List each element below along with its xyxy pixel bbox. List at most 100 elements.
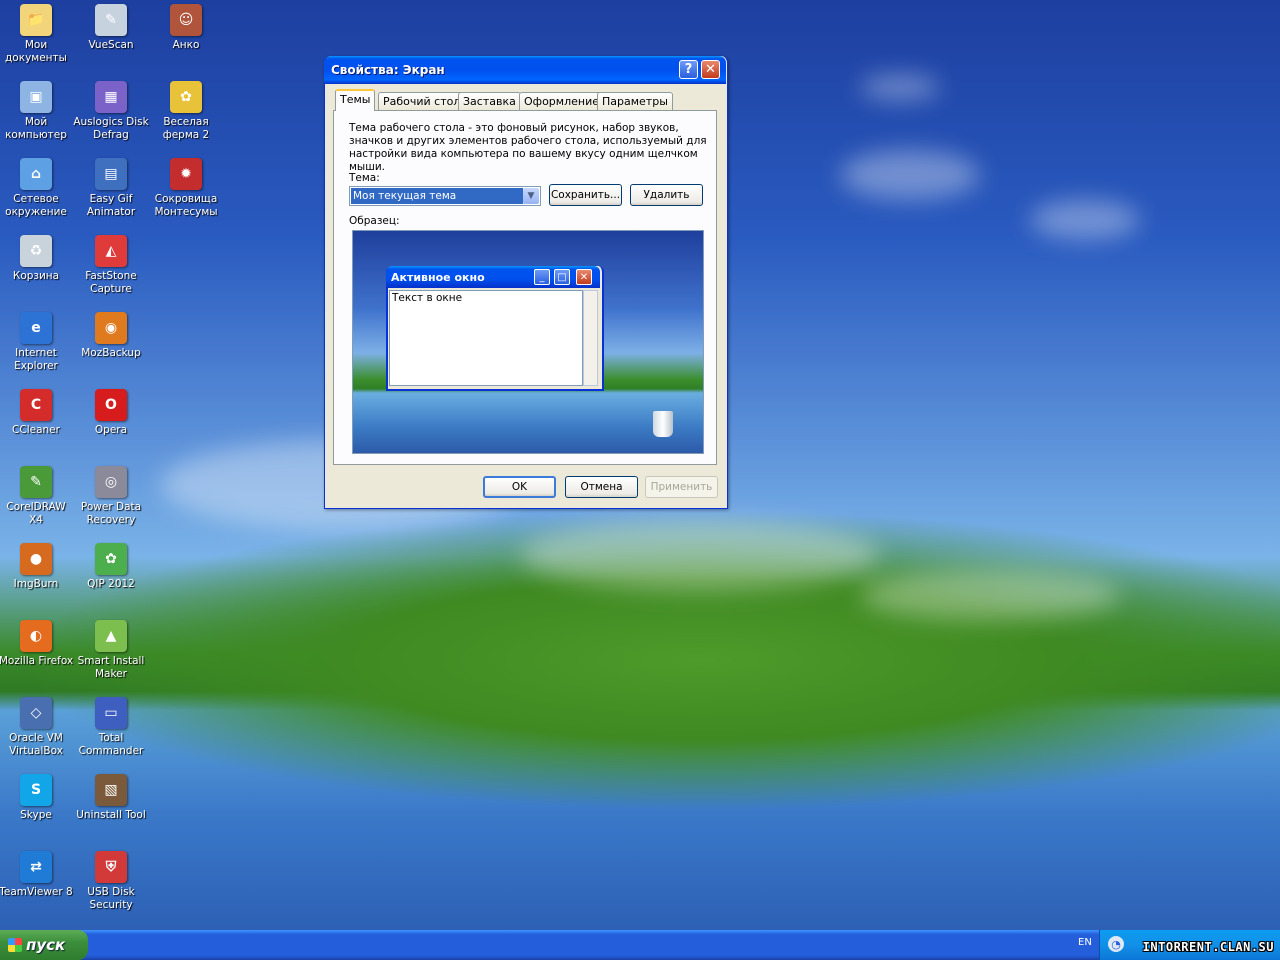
help-button[interactable]: ?: [679, 60, 698, 79]
cloud: [860, 75, 940, 100]
desktop-icon[interactable]: ▤ Easy Gif Animator: [73, 158, 149, 219]
cloud: [1030, 200, 1140, 240]
desktop-icon-label: QIP 2012: [87, 578, 135, 590]
cloud: [520, 520, 880, 590]
windows-logo-icon: [8, 938, 22, 952]
desktop-icon-label: ImgBurn: [13, 578, 59, 590]
desktop-icon-label: Mozilla Firefox: [0, 655, 74, 667]
imgburn-icon: ●: [20, 543, 52, 575]
desktop-icon[interactable]: ◐ Mozilla Firefox: [0, 620, 74, 668]
tray-app-icon[interactable]: ◔: [1108, 936, 1124, 952]
save-theme-button[interactable]: Сохранить...: [549, 184, 622, 206]
desktop-icon[interactable]: C CCleaner: [0, 389, 74, 437]
network-icon: ⌂: [20, 158, 52, 190]
desktop-icon[interactable]: ☺ Анко: [148, 4, 224, 52]
firefox-icon: ◐: [20, 620, 52, 652]
desktop-icon-label: Мои документы: [5, 39, 67, 64]
desktop-icon-label: Сетевое окружение: [5, 193, 67, 218]
desktop-icon-label: Веселая ферма 2: [162, 116, 210, 141]
smart-install-icon: ▲: [95, 620, 127, 652]
desktop-icon[interactable]: ▦ Auslogics Disk Defrag: [73, 81, 149, 142]
cloud: [860, 570, 1120, 620]
language-indicator[interactable]: EN: [1078, 937, 1092, 948]
desktop-icon[interactable]: ✎ VueScan: [73, 4, 149, 52]
theme-dropdown-value: Моя текущая тема: [351, 188, 523, 204]
desktop-icon[interactable]: ◇ Oracle VM VirtualBox: [0, 697, 74, 758]
total-commander-icon: ▭: [95, 697, 127, 729]
desktop-icon[interactable]: ◭ FastStone Capture: [73, 235, 149, 296]
desktop-icon[interactable]: 📁 Мои документы: [0, 4, 74, 65]
desktop-icon[interactable]: e Internet Explorer: [0, 312, 74, 373]
theme-label: Тема:: [349, 172, 380, 184]
desktop-icon[interactable]: ⌂ Сетевое окружение: [0, 158, 74, 219]
desktop-icon-label: Internet Explorer: [14, 347, 58, 372]
delete-theme-button[interactable]: Удалить: [630, 184, 703, 206]
desktop-icon-label: Power Data Recovery: [80, 501, 142, 526]
internet-explorer-icon: e: [20, 312, 52, 344]
desktop-icon[interactable]: ▲ Smart Install Maker: [73, 620, 149, 681]
question-icon: ?: [684, 62, 693, 77]
desktop-icon[interactable]: ✿ QIP 2012: [73, 543, 149, 591]
start-button[interactable]: пуск: [0, 930, 88, 960]
cancel-button[interactable]: Отмена: [565, 476, 638, 498]
desktop-icon[interactable]: ✹ Сокровища Монтесумы: [148, 158, 224, 219]
usb-security-icon: ⛨: [95, 851, 127, 883]
apply-button[interactable]: Применить: [645, 476, 718, 498]
desktop-icon[interactable]: S Skype: [0, 774, 74, 822]
ccleaner-icon: C: [20, 389, 52, 421]
anko-icon: ☺: [170, 4, 202, 36]
tab-settings[interactable]: Параметры: [597, 92, 673, 110]
desktop-icon-label: Easy Gif Animator: [86, 193, 136, 218]
desktop-icon[interactable]: ✿ Веселая ферма 2: [148, 81, 224, 142]
skype-icon: S: [20, 774, 52, 806]
preview-scrollbar: [583, 290, 598, 386]
desktop-icon-label: Oracle VM VirtualBox: [9, 732, 63, 757]
desktop-icon-label: Total Commander: [78, 732, 144, 757]
tab-appearance[interactable]: Оформление: [519, 92, 604, 110]
desktop-icon[interactable]: ◉ MozBackup: [73, 312, 149, 360]
desktop-icon[interactable]: ▭ Total Commander: [73, 697, 149, 758]
recycle-bin-icon: [653, 411, 673, 437]
desktop-icon[interactable]: ▣ Мой компьютер: [0, 81, 74, 142]
close-button[interactable]: ✕: [701, 60, 720, 79]
farm-game-icon: ✿: [170, 81, 202, 113]
desktop-icon[interactable]: ● ImgBurn: [0, 543, 74, 591]
themes-description: Тема рабочего стола - это фоновый рисуно…: [349, 122, 707, 173]
desktop-icon-label: Skype: [20, 809, 52, 821]
desktop-icon[interactable]: ⇄ TeamViewer 8: [0, 851, 74, 899]
dialog-titlebar[interactable]: Свойства: Экран ? ✕: [324, 56, 726, 84]
desktop-icon-label: MozBackup: [81, 347, 141, 359]
tab-themes[interactable]: Темы: [335, 89, 376, 111]
desktop-icon-label: TeamViewer 8: [0, 886, 73, 898]
desktop-icon[interactable]: O Opera: [73, 389, 149, 437]
my-documents-icon: 📁: [20, 4, 52, 36]
opera-icon: O: [95, 389, 127, 421]
tab-screensaver[interactable]: Заставка: [458, 92, 521, 110]
qip-icon: ✿: [95, 543, 127, 575]
preview-titlebar: Активное окно _ □ ✕: [386, 266, 600, 288]
coreldraw-icon: ✎: [20, 466, 52, 498]
theme-dropdown[interactable]: Моя текущая тема ▼: [349, 186, 541, 206]
desktop-icon[interactable]: ✎ CorelDRAW X4: [0, 466, 74, 527]
vuescan-icon: ✎: [95, 4, 127, 36]
desktop-icon-label: Auslogics Disk Defrag: [73, 116, 149, 141]
maximize-icon: □: [554, 269, 570, 285]
start-label: пуск: [26, 936, 66, 954]
desktop-icon-label: Мой компьютер: [5, 116, 67, 141]
desktop-icon[interactable]: ▧ Uninstall Tool: [73, 774, 149, 822]
desktop-icon[interactable]: ♻ Корзина: [0, 235, 74, 283]
montezuma-icon: ✹: [170, 158, 202, 190]
chevron-down-icon[interactable]: ▼: [523, 188, 539, 204]
data-recovery-icon: ◎: [95, 466, 127, 498]
desktop-icon[interactable]: ◎ Power Data Recovery: [73, 466, 149, 527]
desktop-icon-label: Корзина: [12, 270, 60, 282]
preview-active-window: Активное окно _ □ ✕ Текст в окне: [386, 266, 604, 391]
tab-desktop[interactable]: Рабочий стол: [378, 92, 466, 110]
ok-button[interactable]: OK: [483, 476, 556, 498]
cloud: [840, 150, 980, 200]
my-computer-icon: ▣: [20, 81, 52, 113]
desktop-icon[interactable]: ⛨ USB Disk Security: [73, 851, 149, 912]
desktop-icon-label: CCleaner: [12, 424, 60, 436]
mozbackup-icon: ◉: [95, 312, 127, 344]
dialog-title: Свойства: Экран: [331, 63, 445, 77]
